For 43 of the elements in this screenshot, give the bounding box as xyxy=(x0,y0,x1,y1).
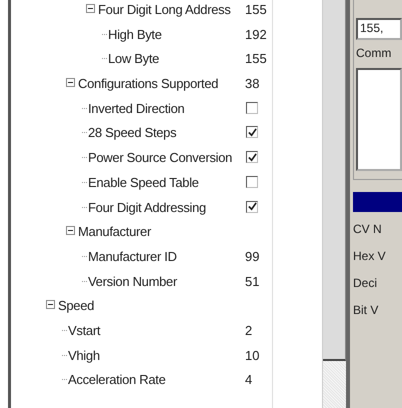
tree-item[interactable]: Vstart xyxy=(68,322,100,338)
tree-item[interactable]: Manufacturer xyxy=(78,224,151,240)
value-text: 99 xyxy=(245,248,260,264)
checkbox[interactable] xyxy=(246,176,258,188)
collapse-icon[interactable] xyxy=(86,4,95,13)
tree-item[interactable]: 28 Speed Steps xyxy=(88,125,176,140)
tree-item[interactable]: Four Digit Long Address xyxy=(98,2,231,17)
value-text: 155 xyxy=(245,2,267,17)
tree-item[interactable]: Vhigh xyxy=(68,348,100,363)
input-field[interactable]: 155, xyxy=(356,18,402,40)
tree-item[interactable]: Version Number xyxy=(88,274,178,289)
collapse-icon[interactable] xyxy=(66,226,75,236)
value-text: 10 xyxy=(245,348,260,363)
field-label: Comm xyxy=(356,46,392,60)
tree-item[interactable]: Power Source Conversion xyxy=(88,150,232,166)
tree-item[interactable]: High Byte xyxy=(108,26,162,42)
field-label: Deci xyxy=(353,275,378,292)
tree-item[interactable]: Enable Speed Table xyxy=(88,174,199,190)
collapse-icon[interactable] xyxy=(66,78,75,88)
scrollbar-thumb[interactable] xyxy=(323,0,346,361)
title-bar xyxy=(353,192,402,212)
tree-item[interactable]: Configurations Supported xyxy=(78,76,218,92)
field-label: CV N xyxy=(353,221,383,238)
tree-item[interactable]: Manufacturer ID xyxy=(88,248,177,264)
checkbox[interactable] xyxy=(246,126,258,138)
checkbox[interactable] xyxy=(246,102,258,114)
tree-item[interactable]: Low Byte xyxy=(108,51,160,66)
checkbox[interactable] xyxy=(246,151,258,164)
tree-item[interactable]: Four Digit Addressing xyxy=(88,200,206,214)
tree-item[interactable]: Inverted Direction xyxy=(88,100,184,116)
collapse-icon[interactable] xyxy=(46,300,55,310)
value-text: 4 xyxy=(245,372,252,388)
field-label: Bit V xyxy=(353,302,380,319)
value-text: 155 xyxy=(245,51,267,66)
value-text: 2 xyxy=(245,322,252,338)
comment-field[interactable] xyxy=(356,68,402,171)
checkbox[interactable] xyxy=(246,200,258,212)
field-label: Hex V xyxy=(353,248,387,265)
tree-item[interactable]: Speed xyxy=(58,298,94,314)
tree-item[interactable]: Acceleration Rate xyxy=(68,372,166,388)
value-text: 38 xyxy=(245,76,260,92)
value-text: 192 xyxy=(245,26,267,42)
value-text: 51 xyxy=(245,274,260,289)
